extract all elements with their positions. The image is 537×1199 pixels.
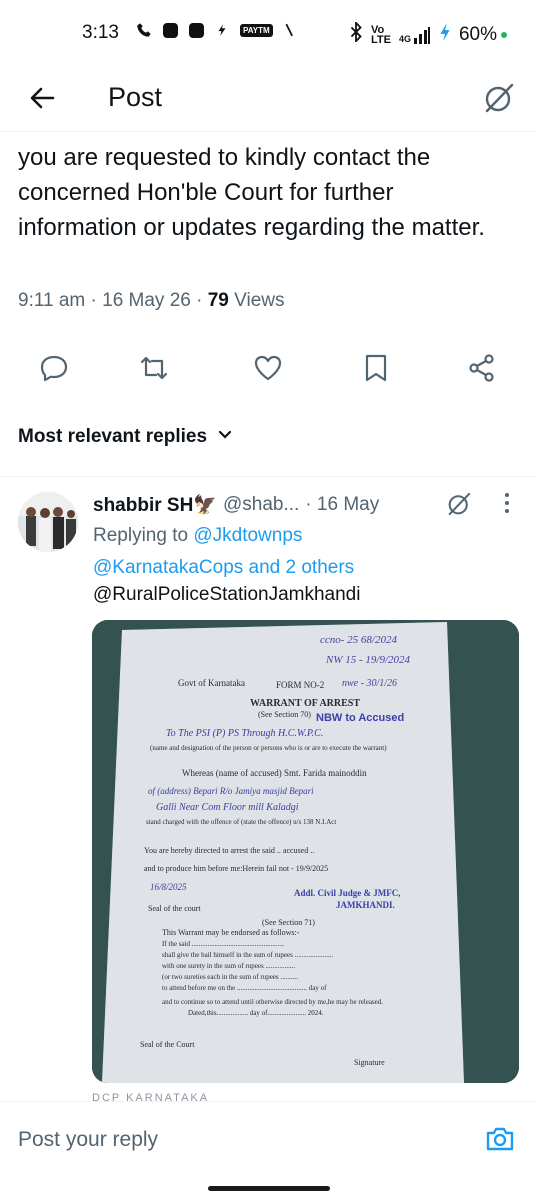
- replies-sort-label: Most relevant replies: [18, 426, 208, 447]
- doc-section: (See Section 70): [258, 710, 311, 719]
- doc-endorse: If the said ............................…: [162, 940, 285, 948]
- replies-sort-dropdown[interactable]: Most relevant replies: [18, 426, 233, 448]
- pen-icon: [283, 22, 299, 38]
- post-timestamp: 9:11 am · 16 May 26 ·: [18, 290, 208, 311]
- doc-line: and to produce him before me:Herein fail…: [144, 864, 329, 873]
- paytm-icon: PAYTM: [240, 23, 273, 37]
- doc-endorse: shall give the bail himself in the sum o…: [162, 951, 334, 959]
- doc-seal: Seal of the Court: [140, 1040, 195, 1049]
- doc-line: Galli Near Com Floor mill Kaladgi: [156, 802, 299, 813]
- app-icon: [188, 22, 204, 38]
- reply-text: @RuralPoliceStationJamkhandi: [93, 584, 361, 605]
- doc-signature: Signature: [354, 1058, 385, 1067]
- header: Post: [0, 68, 537, 132]
- like-icon[interactable]: [252, 352, 284, 384]
- chevron-down-icon: [217, 426, 233, 448]
- doc-endorse: with one surety in the sum of rupees ...…: [162, 962, 296, 970]
- doc-endorse: to attend before me on the .............…: [162, 984, 327, 992]
- privacy-dot: [501, 32, 507, 38]
- status-time: 3:13: [82, 22, 119, 43]
- reply-header: shabbir SH🦅 @shab... · 16 May: [93, 490, 523, 520]
- share-icon[interactable]: [466, 352, 498, 384]
- battery-level: 60%: [458, 24, 497, 45]
- volte-label: Vo LTE: [370, 24, 391, 46]
- handwriting-note: ccno- 25 68/2024: [320, 634, 397, 646]
- signal-icon: 4G: [399, 26, 431, 44]
- gesture-nav-bar[interactable]: [208, 1186, 330, 1191]
- reply-input[interactable]: Post your reply: [18, 1128, 158, 1152]
- handwriting-note: NW 15 - 19/9/2024: [326, 654, 411, 666]
- doc-form: FORM NO-2: [276, 680, 325, 690]
- doc-line: Whereas (name of accused) Smt. Farida ma…: [182, 768, 367, 778]
- reply-date[interactable]: · 16 May: [305, 494, 379, 516]
- views-label: Views: [228, 290, 285, 311]
- views-count: 79: [207, 290, 229, 311]
- doc-section71: (See Section 71): [262, 918, 315, 927]
- doc-line: (name and designation of the person or p…: [150, 744, 387, 752]
- reply-author-name[interactable]: shabbir SH🦅: [93, 493, 217, 517]
- notification-icons: PAYTM: [136, 22, 299, 38]
- more-options-icon[interactable]: [503, 492, 511, 514]
- doc-judge-place: JAMKHANDI.: [336, 900, 395, 910]
- back-arrow-icon[interactable]: [26, 82, 58, 114]
- others-link[interactable]: and 2 others: [243, 557, 355, 578]
- divider: [0, 476, 537, 477]
- avatar[interactable]: [18, 492, 78, 552]
- app-icon: [162, 22, 178, 38]
- reply-composer: Post your reply: [0, 1101, 537, 1179]
- doc-endorse: This Warrant may be endorsed as follows:…: [162, 928, 300, 937]
- doc-line: stand charged with the offence of (state…: [146, 818, 337, 826]
- doc-govt: Govt of Karnataka: [178, 678, 245, 688]
- doc-seal: Seal of the court: [148, 904, 201, 913]
- mention-link[interactable]: @Jkdtownps: [193, 525, 302, 546]
- bluetooth-icon: [349, 20, 363, 48]
- system-status: Vo LTE 4G 60%: [349, 20, 497, 48]
- mention-link[interactable]: @KarnatakaCops: [93, 557, 243, 578]
- doc-stamp: NBW to Accused: [316, 712, 405, 724]
- page-title: Post: [108, 82, 163, 112]
- doc-title: WARRANT OF ARREST: [250, 698, 361, 709]
- app-icon: [214, 22, 230, 38]
- status-bar: 3:13 PAYTM Vo LTE 4G 60%: [0, 0, 537, 68]
- grok-icon[interactable]: [481, 80, 517, 116]
- doc-line: of (address) Bepari R/o Jamiya masjid Be…: [148, 786, 314, 796]
- reply-media-image[interactable]: ccno- 25 68/2024 NW 15 - 19/9/2024 nwe -…: [92, 620, 519, 1083]
- post-text: you are requested to kindly contact the …: [18, 144, 485, 241]
- handwriting-note: nwe - 30/1/26: [342, 678, 397, 689]
- doc-endorse: and to continue so to attend until other…: [162, 998, 384, 1006]
- replying-prefix: Replying to: [93, 525, 194, 546]
- doc-line: 16/8/2025: [150, 882, 187, 892]
- phone-icon: [136, 22, 152, 38]
- replying-to: Replying to @Jkdtownps @KarnatakaCops an…: [93, 520, 523, 584]
- repost-icon[interactable]: [138, 352, 170, 384]
- grok-icon[interactable]: [445, 490, 473, 518]
- camera-icon[interactable]: [485, 1124, 515, 1154]
- reply-author-handle[interactable]: @shab...: [223, 494, 299, 516]
- reply-icon[interactable]: [38, 352, 70, 384]
- doc-endorse: (or two sureties each in the sum of rupe…: [162, 973, 298, 981]
- post-actions: [0, 352, 537, 388]
- doc-line: To The PSI (P) PS Through H.C.W.P.C.: [166, 728, 324, 739]
- doc-judge: Addl. Civil Judge & JMFC,: [294, 888, 401, 898]
- battery-charging-icon: [439, 22, 451, 48]
- bookmark-icon[interactable]: [360, 352, 392, 384]
- doc-line: You are hereby directed to arrest the sa…: [144, 846, 315, 855]
- doc-endorse: Dated,this.................. day of.....…: [188, 1009, 324, 1017]
- post-meta: 9:11 am · 16 May 26 · 79 Views: [18, 290, 285, 312]
